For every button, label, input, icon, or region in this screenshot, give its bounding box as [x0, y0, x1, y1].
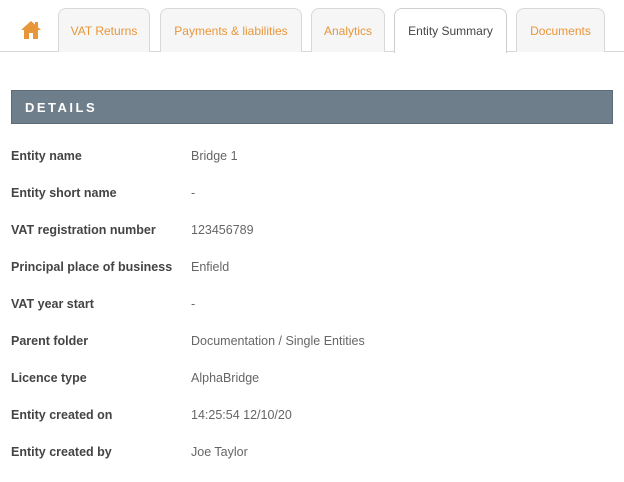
- detail-value: 123456789: [191, 223, 254, 237]
- detail-row-parent-folder: Parent folder Documentation / Single Ent…: [11, 331, 611, 351]
- tab-payments-liabilities[interactable]: Payments & liabilities: [160, 8, 302, 52]
- detail-row-entity-created-by: Entity created by Joe Taylor: [11, 442, 611, 462]
- detail-label: Entity created by: [11, 445, 112, 459]
- detail-label: Principal place of business: [11, 260, 173, 274]
- details-section-header: DETAILS: [11, 90, 613, 124]
- tab-entity-summary[interactable]: Entity Summary: [394, 8, 507, 53]
- detail-row-vat-year-start: VAT year start -: [11, 294, 611, 314]
- tab-analytics[interactable]: Analytics: [311, 8, 385, 52]
- detail-label: Entity name: [11, 149, 82, 163]
- home-icon[interactable]: [20, 20, 42, 40]
- detail-label: VAT registration number: [11, 223, 156, 237]
- detail-row-entity-created-on: Entity created on 14:25:54 12/10/20: [11, 405, 611, 425]
- detail-label: Parent folder: [11, 334, 89, 348]
- detail-label: Entity created on: [11, 408, 113, 422]
- tab-documents[interactable]: Documents: [516, 8, 605, 52]
- detail-row-entity-name: Entity name Bridge 1: [11, 146, 611, 166]
- detail-label: Entity short name: [11, 186, 117, 200]
- tab-bar: VAT Returns Payments & liabilities Analy…: [0, 0, 624, 53]
- detail-value: -: [191, 297, 196, 311]
- detail-value: Joe Taylor: [191, 445, 248, 459]
- detail-row-entity-short-name: Entity short name -: [11, 183, 611, 203]
- detail-value: 14:25:54 12/10/20: [191, 408, 292, 422]
- detail-value: Bridge 1: [191, 149, 238, 163]
- detail-label: VAT year start: [11, 297, 94, 311]
- detail-value: -: [191, 186, 196, 200]
- detail-value: AlphaBridge: [191, 371, 260, 385]
- home-tab[interactable]: [10, 8, 52, 52]
- detail-row-principal-place-of-business: Principal place of business Enfield: [11, 257, 611, 277]
- detail-row-vat-registration-number: VAT registration number 123456789: [11, 220, 611, 240]
- detail-label: Licence type: [11, 371, 87, 385]
- detail-value: Documentation / Single Entities: [191, 334, 365, 348]
- detail-row-licence-type: Licence type AlphaBridge: [11, 368, 611, 388]
- detail-value: Enfield: [191, 260, 230, 274]
- tab-vat-returns[interactable]: VAT Returns: [58, 8, 150, 52]
